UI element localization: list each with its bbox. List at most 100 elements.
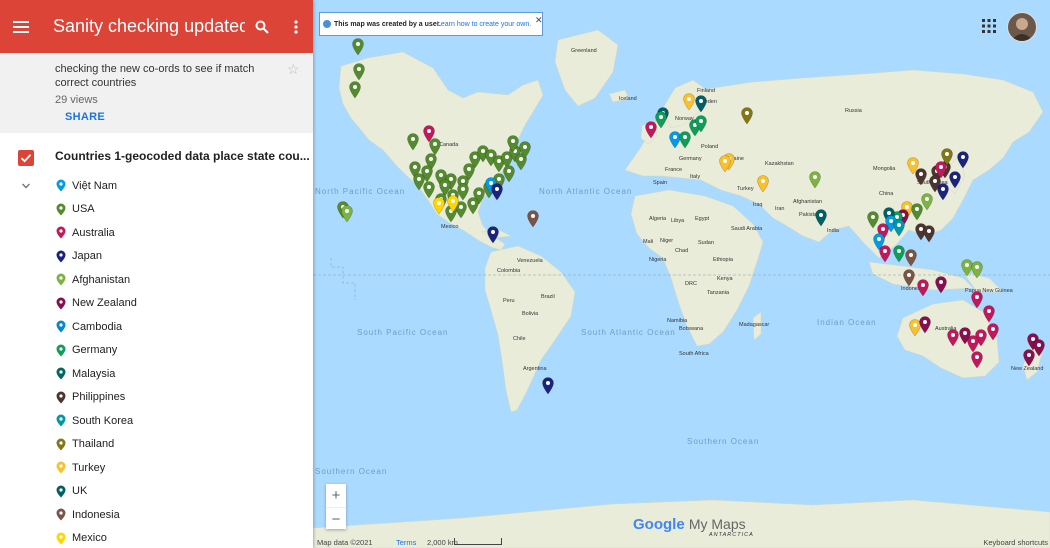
apps-grid-icon[interactable] (981, 18, 997, 34)
pin-icon (56, 461, 66, 474)
label-kazakhstan: Kazakhstan (765, 161, 794, 167)
label-mali: Mali (643, 239, 653, 245)
layer-checkbox[interactable] (18, 150, 34, 166)
info-banner: This map was created by a user. Learn ho… (319, 12, 543, 36)
pin-icon (56, 203, 66, 216)
label-iran: Iran (775, 206, 784, 212)
label-libya: Libya (671, 218, 685, 224)
label-sudan: Sudan (698, 240, 714, 246)
world-map[interactable]: Greenland Iceland Finland Norway Sweden … (313, 0, 1050, 548)
legend-item[interactable]: New Zealand (56, 292, 137, 316)
label-greenland: Greenland (571, 48, 597, 54)
label-mongolia: Mongolia (873, 166, 896, 172)
legend-label: Mexico (72, 532, 107, 545)
view-count: 29 views (55, 94, 98, 106)
pin-icon (56, 414, 66, 427)
legend-item[interactable]: Cambodia (56, 315, 137, 339)
legend-label: Australia (72, 226, 115, 239)
terms-link[interactable]: Terms (396, 538, 416, 547)
legend-label: South Korea (72, 414, 134, 427)
label-algeria: Algeria (649, 216, 667, 222)
label-germany: Germany (679, 156, 702, 162)
label-ethiopia: Ethiopia (713, 257, 734, 263)
profile-avatar[interactable] (1007, 12, 1037, 42)
legend-item[interactable]: UK (56, 480, 137, 504)
learn-more-link[interactable]: Learn how to create your own. (437, 21, 531, 28)
legend-item[interactable]: Japan (56, 245, 137, 269)
label-bolivia: Bolivia (522, 311, 539, 317)
legend-label: Afghanistan (72, 273, 131, 286)
pin-icon (56, 532, 66, 545)
search-icon[interactable] (245, 0, 279, 53)
keyboard-shortcuts-link[interactable]: Keyboard shortcuts (983, 538, 1048, 547)
legend-item[interactable]: Afghanistan (56, 268, 137, 292)
sidebar-header: Sanity checking updated c... (0, 0, 313, 53)
ocean-south-atlantic: South Atlantic Ocean (581, 328, 676, 337)
legend-item[interactable]: South Korea (56, 409, 137, 433)
legend-label: Turkey (72, 461, 106, 474)
layer-row: Countries 1-geocoded data place state co… (0, 147, 313, 169)
star-icon[interactable]: ☆ (287, 61, 300, 78)
more-options-icon[interactable] (279, 0, 313, 53)
map-title[interactable]: Sanity checking updated c... (42, 16, 245, 37)
label-madagascar: Madagascar (739, 322, 769, 328)
pin-icon (56, 273, 66, 286)
label-argentina: Argentina (523, 366, 547, 372)
legend-label: Cambodia (72, 320, 123, 333)
pin-icon (56, 297, 66, 310)
scale-bar (454, 538, 502, 545)
label-venezuela: Venezuela (517, 258, 544, 264)
legend-item[interactable]: Mexico (56, 527, 137, 548)
label-kenya: Kenya (717, 276, 734, 282)
legend-item[interactable]: Malaysia (56, 362, 137, 386)
label-india: India (827, 228, 840, 234)
label-canada: Canada (439, 142, 459, 148)
legend-item[interactable]: Turkey (56, 456, 137, 480)
legend-item[interactable]: Indonesia (56, 503, 137, 527)
label-png: Papua New Guinea (965, 288, 1014, 294)
label-south-africa: South Africa (679, 351, 710, 357)
legend-item[interactable]: Việt Nam (56, 174, 137, 198)
legend-item[interactable]: USA (56, 198, 137, 222)
label-saudi: Saudi Arabia (731, 226, 763, 232)
legend-label: New Zealand (72, 297, 137, 310)
ocean-southern: Southern Ocean (687, 437, 759, 446)
brand-mymaps: My Maps (688, 516, 746, 532)
label-afghanistan: Afghanistan (793, 199, 822, 205)
label-france: France (665, 167, 682, 173)
ocean-southern-west: Southern Ocean (315, 467, 387, 476)
label-turkey: Turkey (737, 186, 754, 192)
map-canvas[interactable]: Greenland Iceland Finland Norway Sweden … (313, 0, 1050, 548)
label-tanzania: Tanzania (707, 290, 730, 296)
map-attribution: Map data ©2021 (317, 538, 373, 547)
layer-title[interactable]: Countries 1-geocoded data place state co… (55, 149, 310, 163)
legend-list: Việt Nam USA Australia Japan Afghanistan New … (56, 174, 137, 548)
share-button[interactable]: SHARE (65, 111, 105, 123)
legend-item[interactable]: Philippines (56, 386, 137, 410)
legend-label: Malaysia (72, 367, 116, 380)
legend-item[interactable]: Thailand (56, 433, 137, 457)
chevron-down-icon[interactable] (18, 178, 34, 194)
label-iraq: Iraq (753, 202, 762, 208)
label-chile: Chile (513, 336, 526, 342)
label-peru: Peru (503, 298, 515, 304)
legend-item[interactable]: Australia (56, 221, 137, 245)
label-egypt: Egypt (695, 216, 710, 222)
close-icon[interactable]: ✕ (535, 15, 543, 26)
label-poland: Poland (701, 144, 718, 150)
ocean-indian: Indian Ocean (817, 318, 877, 327)
legend-label: Germany (72, 344, 118, 357)
label-chad: Chad (675, 248, 688, 254)
map-info-panel: checking the new co-ords to see if match… (0, 53, 313, 133)
menu-icon[interactable] (0, 0, 42, 53)
pin-icon (56, 320, 66, 333)
label-niger: Niger (660, 238, 673, 244)
map-description: checking the new co-ords to see if match… (55, 63, 255, 89)
legend-item[interactable]: Germany (56, 339, 137, 363)
label-finland: Finland (697, 88, 715, 94)
zoom-in-button[interactable]: + (326, 484, 346, 506)
label-china: China (879, 191, 894, 197)
brand-google: Google (633, 516, 685, 533)
zoom-out-button[interactable]: − (326, 507, 346, 530)
banner-text: This map was created by a user. (334, 21, 441, 28)
